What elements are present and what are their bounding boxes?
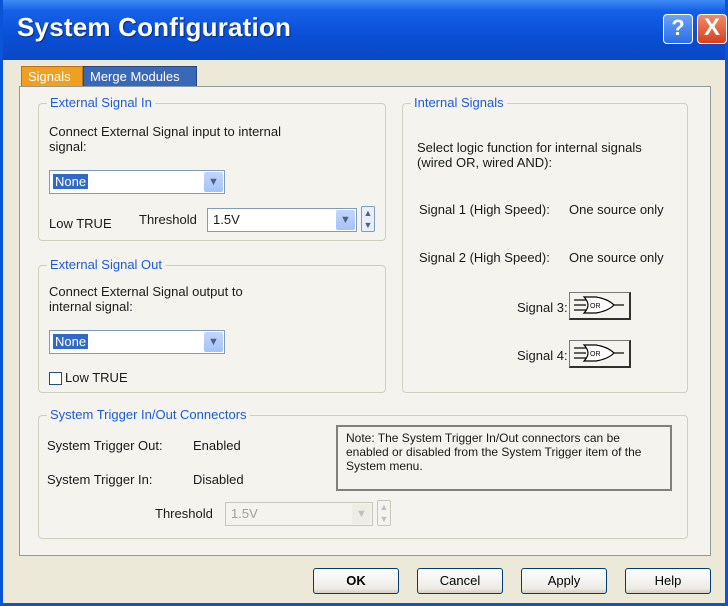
cancel-button[interactable]: Cancel — [417, 568, 503, 594]
internal-signals-legend: Internal Signals — [411, 95, 507, 110]
chevron-down-icon[interactable]: ▼ — [204, 172, 223, 192]
system-trigger-in-label: System Trigger In: — [47, 472, 153, 487]
signal1-value: One source only — [569, 202, 664, 217]
system-trigger-legend: System Trigger In/Out Connectors — [47, 407, 250, 422]
system-trigger-out-value: Enabled — [193, 438, 241, 453]
window-title: System Configuration — [17, 12, 292, 42]
external-signal-in-description: Connect External Signal input to interna… — [49, 124, 281, 154]
signals-tab-panel: External Signal In Connect External Sign… — [19, 86, 711, 556]
or-gate-icon: OR — [574, 296, 624, 314]
apply-button[interactable]: Apply — [521, 568, 607, 594]
or-gate-icon: OR — [574, 344, 624, 362]
system-trigger-in-value: Disabled — [193, 472, 244, 487]
title-bar[interactable]: System Configuration ? X — [3, 0, 727, 60]
external-signal-out-select[interactable]: None ▼ — [49, 330, 225, 354]
signal3-or-gate-button[interactable]: OR — [569, 292, 631, 320]
trigger-threshold-label: Threshold — [155, 506, 213, 521]
trigger-threshold-spinner[interactable]: ▲ ▼ — [377, 500, 391, 526]
external-signal-in-low-true-label: Low TRUE — [49, 216, 112, 231]
tab-signals[interactable]: Signals — [21, 66, 83, 88]
trigger-threshold-value: 1.5V — [231, 506, 258, 521]
external-signal-in-legend: External Signal In — [47, 95, 155, 110]
chevron-down-icon[interactable]: ▼ — [336, 210, 355, 230]
external-signal-out-description: Connect External Signal output to intern… — [49, 284, 243, 314]
signal4-label: Signal 4: — [517, 348, 568, 363]
internal-signals-description: Select logic function for internal signa… — [417, 140, 642, 170]
close-button[interactable]: X — [697, 14, 727, 44]
help-title-button[interactable]: ? — [663, 14, 693, 44]
signal4-or-gate-button[interactable]: OR — [569, 340, 631, 368]
external-signal-in-group: External Signal In Connect External Sign… — [38, 95, 386, 241]
or-gate-text: OR — [590, 351, 601, 358]
low-true-checkbox[interactable] — [49, 372, 62, 385]
signal2-value: One source only — [569, 250, 664, 265]
trigger-note: Note: The System Trigger In/Out connecto… — [336, 425, 672, 491]
system-trigger-out-label: System Trigger Out: — [47, 438, 163, 453]
external-signal-out-legend: External Signal Out — [47, 257, 166, 272]
chevron-down-icon[interactable]: ▼ — [352, 504, 371, 524]
external-signal-in-select-value: None — [53, 174, 89, 189]
external-signal-out-group: External Signal Out Connect External Sig… — [38, 257, 386, 393]
threshold-label: Threshold — [139, 212, 197, 227]
help-button[interactable]: Help — [625, 568, 711, 594]
tab-merge-modules[interactable]: Merge Modules — [83, 66, 197, 88]
trigger-threshold-select[interactable]: 1.5V ▼ — [225, 502, 373, 526]
or-gate-text: OR — [590, 303, 601, 310]
external-signal-in-select[interactable]: None ▼ — [49, 170, 225, 194]
dialog-window: System Configuration ? X Signals Merge M… — [0, 0, 728, 606]
ok-button[interactable]: OK — [313, 568, 399, 594]
external-signal-out-low-true-label: Low TRUE — [65, 370, 128, 385]
external-signal-out-select-value: None — [53, 334, 89, 349]
signal2-label: Signal 2 (High Speed): — [419, 250, 550, 265]
chevron-down-icon[interactable]: ▼ — [204, 332, 223, 352]
threshold-select-value: 1.5V — [213, 212, 240, 227]
signal3-label: Signal 3: — [517, 300, 568, 315]
internal-signals-group: Internal Signals Select logic function f… — [402, 95, 688, 393]
threshold-select[interactable]: 1.5V ▼ — [207, 208, 357, 232]
threshold-spinner[interactable]: ▲ ▼ — [361, 206, 375, 232]
signal1-label: Signal 1 (High Speed): — [419, 202, 550, 217]
